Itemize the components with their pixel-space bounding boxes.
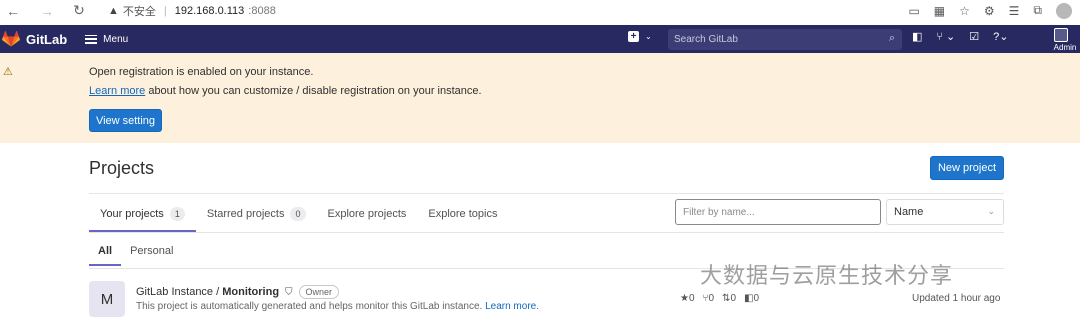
- tab-label: Explore topics: [428, 208, 498, 220]
- chevron-down-icon: ⌄: [645, 32, 652, 41]
- count-badge: 0: [290, 207, 306, 221]
- plus-square-icon: +: [628, 31, 639, 42]
- tab-your-projects[interactable]: Your projects 1: [89, 196, 196, 232]
- chevron-down-icon: ⌄: [987, 206, 995, 216]
- stars-stat[interactable]: ★0: [680, 293, 695, 304]
- merge-requests-count: 0: [730, 293, 737, 304]
- reload-icon[interactable]: ↻: [70, 2, 88, 20]
- project-stats: ★0 ⑂0 ⇅0 ◧0: [680, 293, 759, 304]
- browser-actions: ▭ ▦ ☆ ⚙ ☰ ⧉: [908, 0, 1072, 21]
- tabs-divider: [89, 232, 1004, 233]
- project-avatar[interactable]: M: [89, 281, 125, 317]
- project-title: GitLab Instance / Monitoring ⛉ Owner: [136, 285, 340, 299]
- issues-icon[interactable]: ◧: [912, 30, 922, 43]
- gitlab-logo[interactable]: GitLab: [2, 31, 67, 47]
- hamburger-icon: [85, 34, 98, 44]
- address-separator: |: [163, 4, 167, 17]
- help-icon[interactable]: ?⌄: [993, 30, 1008, 43]
- role-badge: Owner: [298, 285, 340, 299]
- search-icon: ⌕: [888, 32, 895, 44]
- warning-icon: ⚠: [3, 66, 13, 78]
- subtab-all[interactable]: All: [89, 236, 122, 266]
- project-description: This project is automatically generated …: [136, 301, 539, 312]
- forks-stat[interactable]: ⑂0: [703, 293, 715, 304]
- description-text: This project is automatically generated …: [136, 301, 486, 312]
- header-right-icons: ◧ ⑂ ⌄ ☑ ?⌄: [912, 30, 1009, 43]
- tanuki-icon: [2, 31, 20, 47]
- menu-button[interactable]: Menu: [85, 34, 128, 45]
- subtab-personal[interactable]: Personal: [121, 236, 182, 266]
- star-icon: ★: [680, 293, 689, 304]
- address-bar[interactable]: ▲ 不安全 | 192.168.0.113:8088: [108, 3, 276, 19]
- issues-count: 0: [753, 293, 760, 304]
- tab-label: Starred projects: [206, 208, 285, 220]
- todos-icon[interactable]: ☑: [969, 30, 979, 43]
- search-placeholder: Search GitLab: [674, 34, 738, 45]
- user-menu[interactable]: Admin: [1050, 28, 1080, 54]
- search-input[interactable]: Search GitLab ⌕: [668, 29, 902, 50]
- merge-requests-stat[interactable]: ⇅0: [722, 293, 736, 304]
- page-title: Projects: [89, 158, 155, 178]
- visibility-subtabs: All Personal: [89, 236, 182, 266]
- banner-body: Learn more about how you can customize /…: [89, 85, 482, 97]
- stars-count: 0: [688, 293, 695, 304]
- tab-explore-topics[interactable]: Explore topics: [417, 196, 508, 232]
- count-badge: 1: [169, 207, 185, 221]
- project-namespace: GitLab Instance /: [136, 286, 223, 298]
- banner-title: Open registration is enabled on your ins…: [89, 66, 314, 78]
- brand-name: GitLab: [26, 31, 68, 47]
- insecure-label: 不安全: [122, 5, 156, 18]
- forks-count: 0: [708, 293, 715, 304]
- banner-body-text: about how you can customize / disable re…: [145, 85, 482, 97]
- title-divider: [89, 193, 1004, 194]
- profile-avatar[interactable]: [1056, 2, 1072, 19]
- collections-icon[interactable]: ⧉: [1033, 3, 1042, 18]
- tab-label: Your projects: [100, 208, 164, 220]
- project-link[interactable]: GitLab Instance / Monitoring: [136, 286, 279, 298]
- back-icon[interactable]: ←: [4, 2, 22, 20]
- learn-more-link[interactable]: Learn more: [89, 85, 145, 97]
- extensions-icon[interactable]: ⚙: [984, 4, 995, 18]
- address-port: :8088: [248, 4, 276, 17]
- forward-icon[interactable]: →: [38, 2, 56, 20]
- view-setting-button[interactable]: View setting: [89, 109, 162, 132]
- shield-icon: ⛉: [285, 286, 293, 298]
- gitlab-header: GitLab Menu + ⌄ Search GitLab ⌕ ◧ ⑂ ⌄ ☑ …: [0, 25, 1080, 53]
- issue-icon: ◧: [744, 293, 754, 304]
- registration-banner: ⚠ Open registration is enabled on your i…: [0, 53, 1080, 143]
- menu-label: Menu: [103, 33, 129, 45]
- sort-value: Name: [894, 206, 924, 218]
- project-updated: Updated 1 hour ago: [912, 293, 1001, 304]
- warning-icon: ▲: [108, 4, 119, 17]
- description-learn-more-link[interactable]: Learn more.: [485, 301, 539, 312]
- tab-label: Explore projects: [327, 208, 407, 220]
- tab-starred-projects[interactable]: Starred projects 0: [196, 196, 317, 232]
- filter-placeholder: Filter by name...: [683, 206, 755, 218]
- create-new-dropdown[interactable]: + ⌄: [628, 31, 652, 42]
- tab-explore-projects[interactable]: Explore projects: [317, 196, 418, 232]
- sort-select[interactable]: Name ⌄: [886, 199, 1004, 225]
- issues-stat[interactable]: ◧0: [744, 293, 759, 304]
- grid-icon[interactable]: ▦: [934, 4, 945, 18]
- user-label: Admin: [1053, 43, 1077, 52]
- merge-requests-icon[interactable]: ⑂ ⌄: [936, 30, 955, 43]
- filter-by-name-input[interactable]: Filter by name...: [675, 199, 881, 225]
- cast-icon[interactable]: ▭: [908, 4, 919, 18]
- user-avatar: [1054, 28, 1068, 42]
- project-name: Monitoring: [222, 286, 280, 298]
- watermark-text: 大数据与云原生技术分享: [700, 264, 954, 289]
- address-host: 192.168.0.113: [174, 4, 245, 17]
- favorite-add-icon[interactable]: ☆: [959, 4, 970, 18]
- projects-tabs: Your projects 1 Starred projects 0 Explo…: [89, 196, 508, 232]
- browser-toolbar: ← → ↻ ▲ 不安全 | 192.168.0.113:8088 ▭ ▦ ☆ ⚙…: [0, 0, 1080, 21]
- new-project-button[interactable]: New project: [930, 156, 1004, 180]
- favorites-icon[interactable]: ☰: [1009, 4, 1020, 18]
